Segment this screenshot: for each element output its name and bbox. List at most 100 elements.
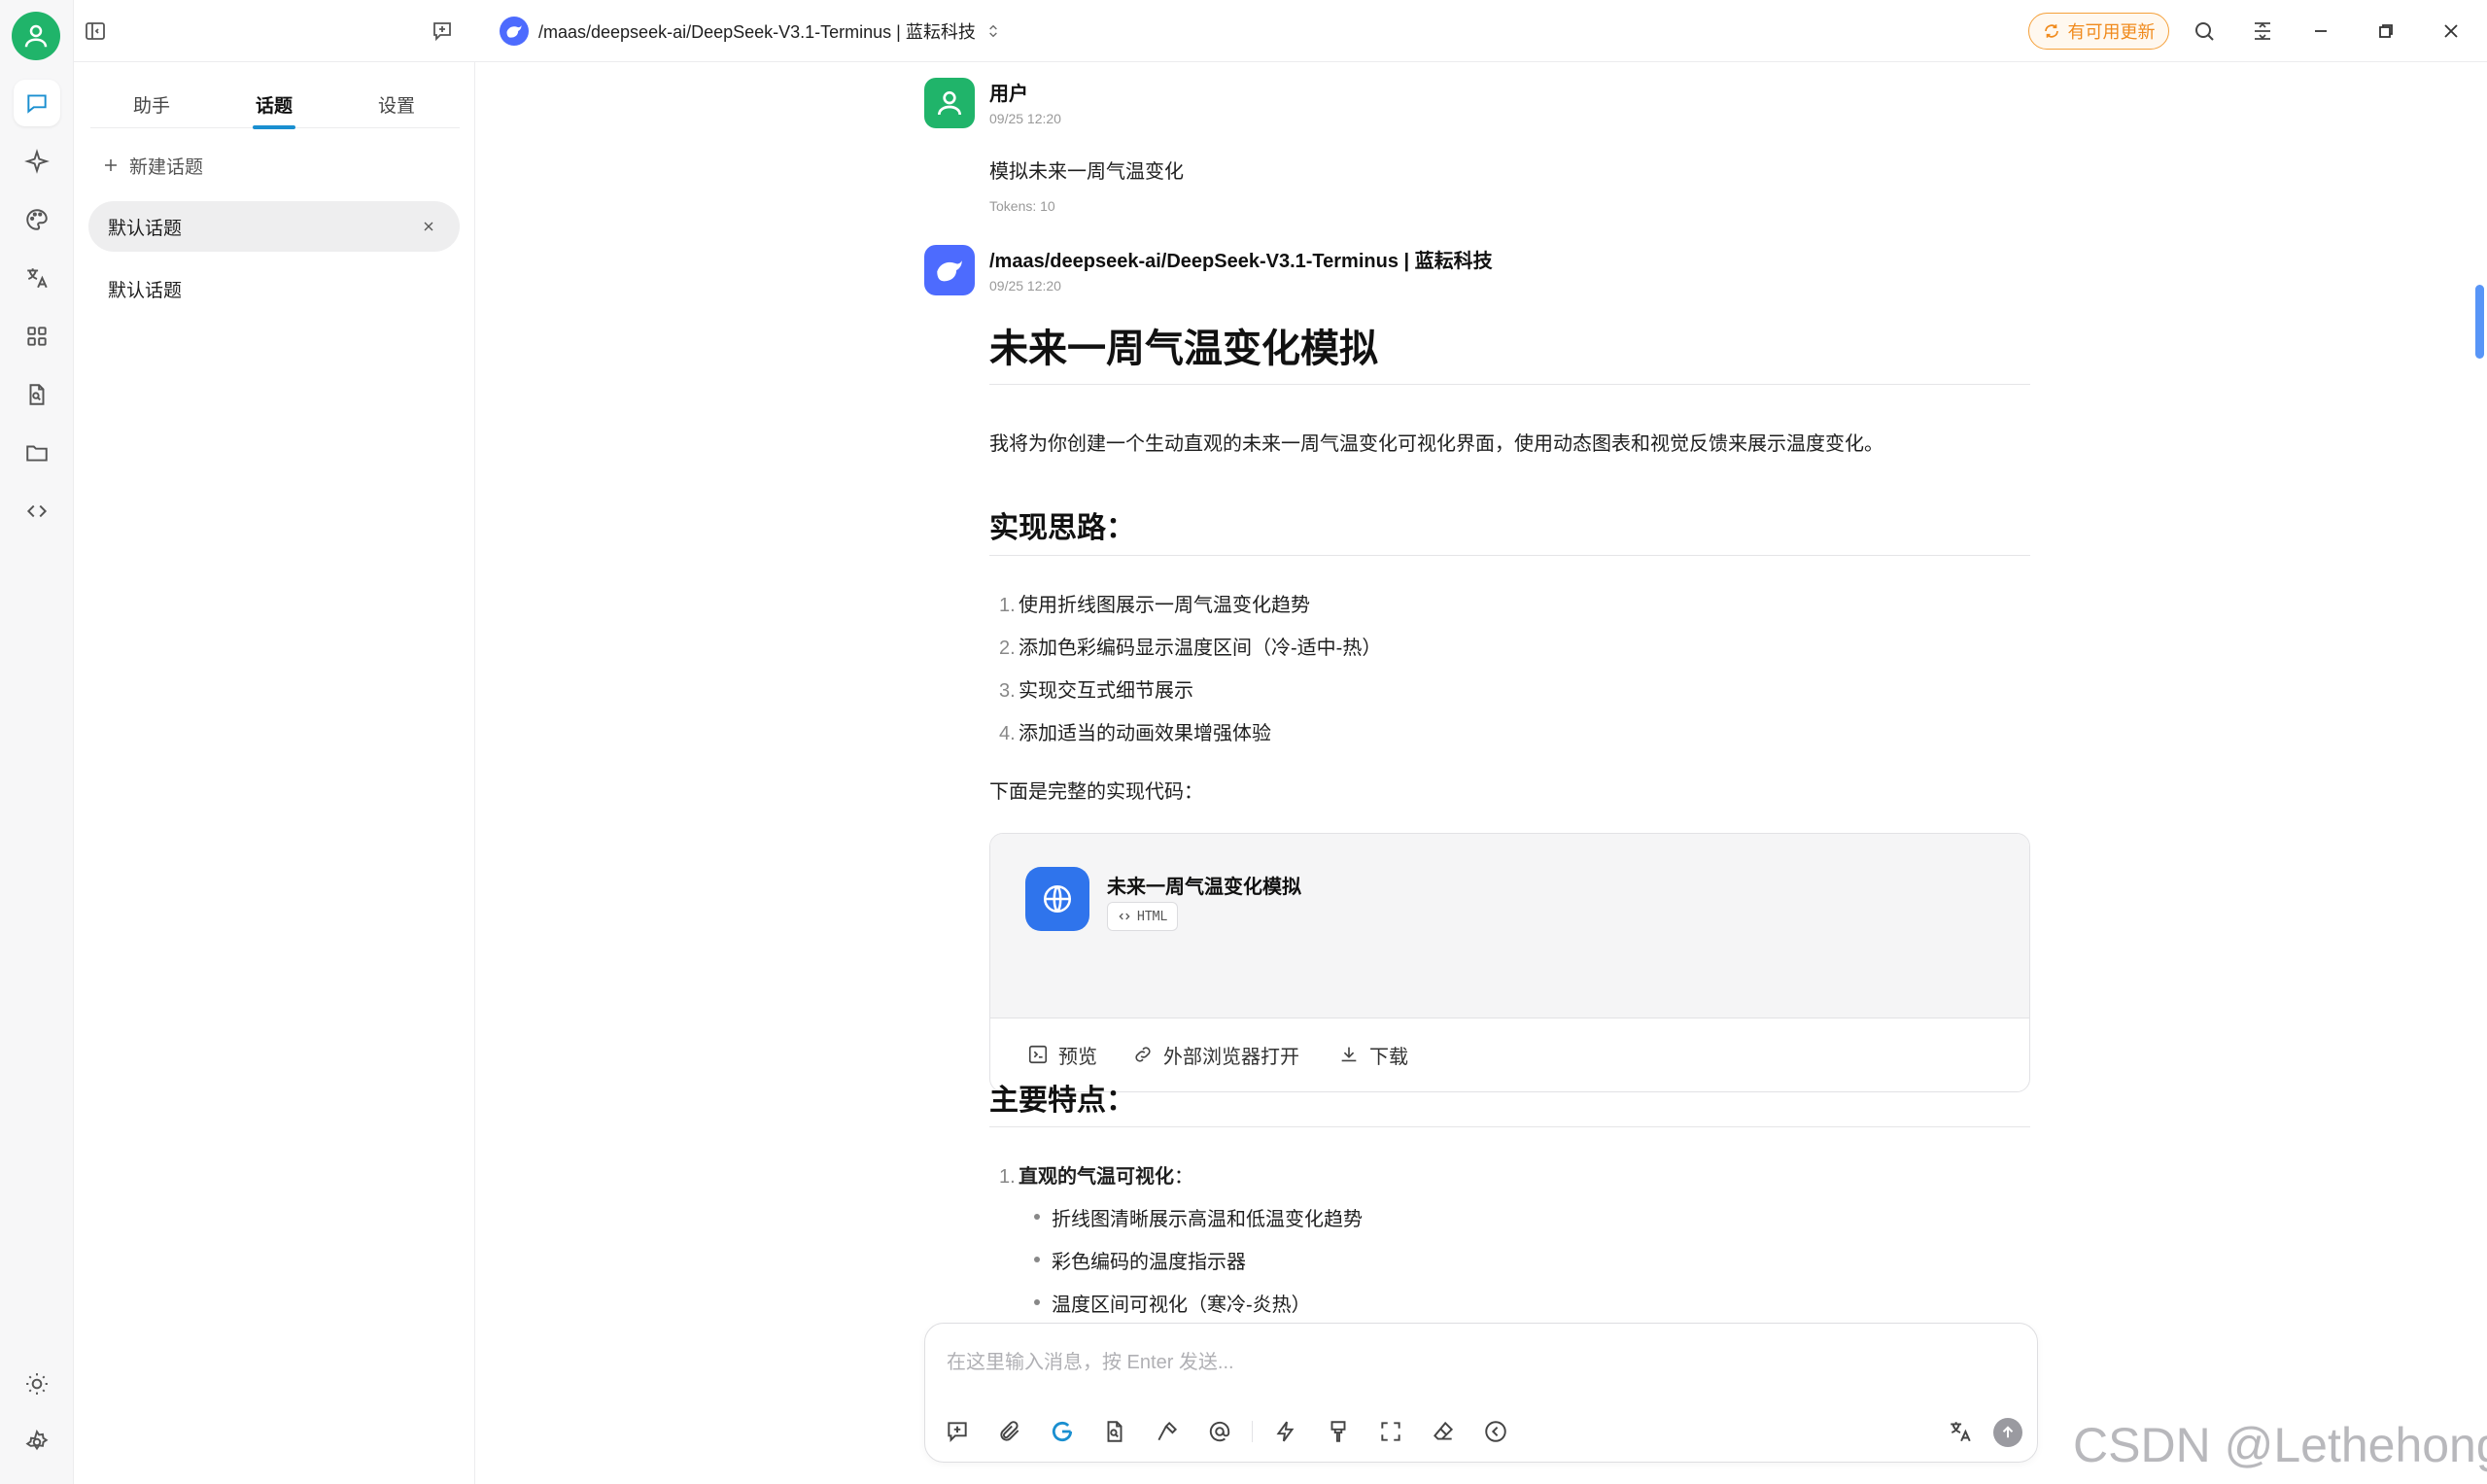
google-icon: [1052, 1421, 1073, 1442]
minimize-icon: [2315, 30, 2327, 32]
download-icon: [1341, 1047, 1357, 1062]
restore-button[interactable]: [2370, 16, 2401, 47]
topic-item-active[interactable]: 默认话题: [88, 201, 460, 252]
user-message-tokens: Tokens: 10: [989, 198, 1055, 214]
restore-icon: [2379, 24, 2393, 38]
collapse-toolbar-button[interactable]: [1479, 1415, 1512, 1448]
user-message-text: 模拟未来一周气温变化: [989, 161, 1184, 183]
chat-scrollbar[interactable]: [2475, 285, 2484, 359]
send-button[interactable]: [1993, 1418, 2022, 1447]
user-message-avatar: [924, 78, 975, 128]
section-heading-features: 主要特点：: [989, 1085, 1135, 1117]
paperclip-icon: [1000, 1421, 1019, 1441]
model-selector[interactable]: /maas/deepseek-ai/DeepSeek-V3.1-Terminus…: [500, 14, 1001, 49]
toggle-sidebar-button[interactable]: [80, 16, 111, 47]
top-bar: /maas/deepseek-ai/DeepSeek-V3.1-Terminus…: [74, 0, 2487, 62]
refresh-icon: [2044, 24, 2058, 38]
at-sign-icon: [1209, 1421, 1230, 1442]
bot-message-avatar: [924, 245, 975, 295]
artifact-type-badge: HTML: [1107, 902, 1179, 931]
toolbar-separator: [1252, 1421, 1253, 1442]
translate-input-button[interactable]: [1944, 1415, 1977, 1448]
rail-translate-button[interactable]: [14, 255, 60, 301]
topic-label: 默认话题: [108, 280, 183, 301]
add-square-icon: [948, 1422, 967, 1443]
knowledge-base-button[interactable]: [1098, 1415, 1131, 1448]
rail-theme-button[interactable]: [14, 1361, 60, 1407]
artifact-card: 未来一周气温变化模拟 HTML 预览 外部浏览器打开 下载: [989, 833, 2030, 1092]
delete-topic-button[interactable]: [419, 217, 438, 236]
rail-code-button[interactable]: [14, 488, 60, 535]
rail-apps-button[interactable]: [14, 313, 60, 360]
new-topic-label: 新建话题: [129, 156, 204, 178]
expand-button[interactable]: [2247, 16, 2278, 47]
artifact-title: 未来一周气温变化模拟: [1107, 877, 1301, 898]
list-item: 2. 添加色彩编码显示温度区间（冷-适中-热）: [999, 638, 1382, 659]
arrow-up-icon: [2002, 1426, 2014, 1438]
list-item: 4. 添加适当的动画效果增强体验: [999, 723, 1271, 744]
minimize-button[interactable]: [2305, 16, 2336, 47]
close-icon: [424, 222, 433, 231]
quick-phrase-button[interactable]: [1269, 1415, 1302, 1448]
topic-item[interactable]: 默认话题: [88, 263, 460, 314]
chat-icon: [27, 94, 47, 114]
update-label: 有可用更新: [2067, 22, 2156, 42]
user-avatar[interactable]: [12, 12, 60, 60]
search-button[interactable]: [2189, 16, 2220, 47]
translate-icon: [1951, 1422, 1971, 1442]
file-search-icon: [1107, 1421, 1123, 1442]
add-square-icon: [433, 22, 451, 42]
sparkle-icon: [24, 149, 50, 174]
list-item: 1. 直观的气温可视化：: [999, 1166, 1193, 1188]
chevron-left-circle-icon: [1485, 1421, 1506, 1442]
new-topic-composer-button[interactable]: [941, 1415, 974, 1448]
user-icon: [938, 91, 961, 116]
panel-tabs: 助手 话题 设置: [90, 80, 460, 129]
palette-icon: [26, 209, 48, 230]
list-item: 温度区间可视化（寒冷-炎热）: [1034, 1289, 1311, 1317]
gear-icon: [25, 1430, 49, 1451]
attach-button[interactable]: [993, 1415, 1026, 1448]
rail-files-search-button[interactable]: [14, 371, 60, 418]
divider: [989, 555, 2030, 556]
tab-topics[interactable]: 话题: [213, 80, 335, 129]
tab-assistant[interactable]: 助手: [90, 80, 213, 128]
mention-button[interactable]: [1203, 1415, 1236, 1448]
message-input[interactable]: [947, 1343, 2016, 1382]
divider: [989, 1126, 2030, 1127]
rail-settings-button[interactable]: [14, 1419, 60, 1466]
topic-label: 默认话题: [108, 218, 183, 239]
search-icon: [2195, 22, 2214, 41]
eraser-icon: [1433, 1421, 1454, 1440]
list-item: 折线图清晰展示高温和低温变化趋势: [1034, 1203, 1363, 1231]
rail-agents-button[interactable]: [14, 138, 60, 185]
clear-format-button[interactable]: [1322, 1415, 1355, 1448]
artifact-open-external-button[interactable]: 外部浏览器打开: [1132, 1040, 1299, 1069]
update-available-button[interactable]: 有可用更新: [2028, 13, 2169, 50]
translate-icon: [27, 268, 48, 289]
tools-button[interactable]: [1151, 1415, 1184, 1448]
deepseek-logo-icon: [500, 17, 529, 46]
list-item: 彩色编码的温度指示器: [1034, 1246, 1246, 1274]
link-icon: [1135, 1047, 1151, 1062]
fullscreen-button[interactable]: [1374, 1415, 1407, 1448]
left-rail: [0, 0, 74, 1484]
clear-context-button[interactable]: [1427, 1415, 1460, 1448]
artifact-preview-button[interactable]: 预览: [1027, 1040, 1097, 1069]
rail-folder-button[interactable]: [14, 430, 60, 476]
code-icon: [26, 504, 48, 518]
rail-paint-button[interactable]: [14, 196, 60, 243]
new-topic-top-button[interactable]: [427, 16, 458, 47]
hammer-icon: [1157, 1421, 1178, 1441]
folder-icon: [26, 445, 48, 462]
code-icon: [1119, 913, 1130, 920]
new-topic-button[interactable]: 新建话题: [102, 148, 203, 183]
artifact-download-button[interactable]: 下载: [1338, 1040, 1408, 1069]
close-window-button[interactable]: [2435, 16, 2467, 47]
tab-settings[interactable]: 设置: [335, 80, 458, 128]
lightning-icon: [1276, 1421, 1295, 1442]
web-search-button[interactable]: [1046, 1415, 1079, 1448]
sun-icon: [26, 1373, 48, 1395]
user-icon: [24, 24, 48, 48]
rail-chat-button[interactable]: [14, 80, 60, 126]
